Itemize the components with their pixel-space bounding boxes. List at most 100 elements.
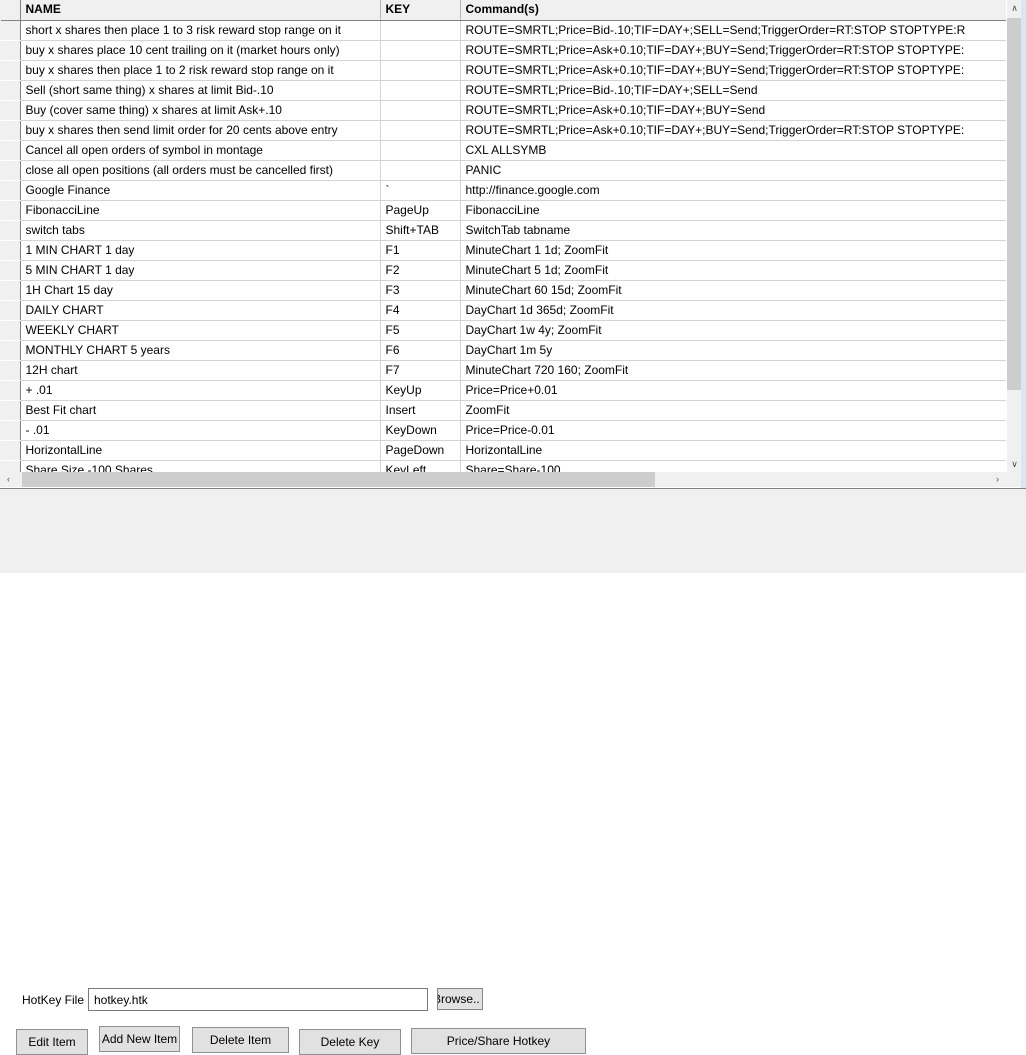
table-row[interactable]: Buy (cover same thing) x shares at limit… [0,100,1006,121]
row-selector-cell[interactable] [0,160,21,181]
cell-command[interactable]: ROUTE=SMRTL;Price=Ask+0.10;TIF=DAY+;BUY=… [460,40,1006,61]
cell-command[interactable]: ROUTE=SMRTL;Price=Ask+0.10;TIF=DAY+;BUY=… [460,120,1006,141]
table-row[interactable]: FibonacciLine PageUp FibonacciLine [0,200,1006,221]
column-header-name[interactable]: NAME [20,0,381,21]
table-row[interactable]: MONTHLY CHART 5 years F6 DayChart 1m 5y [0,340,1006,361]
cell-command[interactable]: ROUTE=SMRTL;Price=Bid-.10;TIF=DAY+;SELL=… [460,80,1006,101]
cell-key[interactable]: Insert [380,400,461,421]
column-header-select-all[interactable] [0,0,21,21]
row-selector-cell[interactable] [0,280,21,301]
cell-name[interactable]: Cancel all open orders of symbol in mont… [20,140,381,161]
row-selector-cell[interactable] [0,180,21,201]
cell-key[interactable]: F7 [380,360,461,381]
cell-name[interactable]: FibonacciLine [20,200,381,221]
row-selector-cell[interactable] [0,80,21,101]
vertical-scrollbar-thumb[interactable] [1007,18,1022,390]
table-row[interactable]: DAILY CHART F4 DayChart 1d 365d; ZoomFit [0,300,1006,321]
browse-button[interactable]: Browse.. [437,988,483,1010]
cell-name[interactable]: WEEKLY CHART [20,320,381,341]
row-selector-cell[interactable] [0,300,21,321]
row-selector-cell[interactable] [0,20,21,41]
table-row[interactable]: 1H Chart 15 day F3 MinuteChart 60 15d; Zoo… [0,280,1006,301]
cell-name[interactable]: + .01 [20,380,381,401]
row-selector-cell[interactable] [0,220,21,241]
cell-name[interactable]: Sell (short same thing) x shares at limi… [20,80,381,101]
cell-command[interactable]: SwitchTab tabname [460,220,1006,241]
column-header-commands[interactable]: Command(s) [460,0,1006,21]
cell-command[interactable]: FibonacciLine [460,200,1006,221]
cell-name[interactable]: MONTHLY CHART 5 years [20,340,381,361]
cell-command[interactable]: MinuteChart 720 160; ZoomFit [460,360,1006,381]
horizontal-scrollbar-thumb[interactable] [22,472,655,487]
cell-command[interactable]: Price=Price-0.01 [460,420,1006,441]
table-row[interactable]: buy x shares then send limit order for 2… [0,120,1006,141]
cell-command[interactable]: Price=Price+0.01 [460,380,1006,401]
row-selector-cell[interactable] [0,380,21,401]
cell-name[interactable]: 1 MIN CHART 1 day [20,240,381,261]
price-share-hotkey-button[interactable]: Price/Share Hotkey [411,1028,586,1054]
table-row[interactable]: HorizontalLine PageDown HorizontalLine [0,440,1006,461]
cell-command[interactable]: ROUTE=SMRTL;Price=Ask+0.10;TIF=DAY+;BUY=… [460,60,1006,81]
cell-command[interactable]: PANIC [460,160,1006,181]
cell-key[interactable] [380,20,461,41]
cell-name[interactable]: DAILY CHART [20,300,381,321]
table-row[interactable]: + .01 KeyUp Price=Price+0.01 [0,380,1006,401]
cell-name[interactable]: short x shares then place 1 to 3 risk re… [20,20,381,41]
column-header-key[interactable]: KEY [380,0,461,21]
cell-key[interactable]: F1 [380,240,461,261]
table-row[interactable]: 1 MIN CHART 1 day F1 MinuteChart 1 1d; Zoo… [0,240,1006,261]
row-selector-cell[interactable] [0,100,21,121]
table-row[interactable]: buy x shares then place 1 to 2 risk rewa… [0,60,1006,81]
cell-key[interactable]: F5 [380,320,461,341]
cell-command[interactable]: DayChart 1w 4y; ZoomFit [460,320,1006,341]
cell-command[interactable]: http://finance.google.com [460,180,1006,201]
edit-item-button[interactable]: Edit Item [16,1029,88,1055]
cell-key[interactable] [380,160,461,181]
cell-key[interactable] [380,40,461,61]
table-row[interactable]: Cancel all open orders of symbol in mont… [0,140,1006,161]
scroll-up-arrow-icon[interactable]: ∧ [1007,0,1022,17]
vertical-scrollbar[interactable]: ∧ ∨ [1006,0,1022,473]
cell-name[interactable]: switch tabs [20,220,381,241]
cell-command[interactable]: MinuteChart 1 1d; ZoomFit [460,240,1006,261]
cell-name[interactable]: HorizontalLine [20,440,381,461]
cell-command[interactable]: MinuteChart 60 15d; ZoomFit [460,280,1006,301]
cell-name[interactable]: close all open positions (all orders mus… [20,160,381,181]
row-selector-cell[interactable] [0,200,21,221]
delete-key-button[interactable]: Delete Key [299,1029,401,1055]
cell-key[interactable]: PageUp [380,200,461,221]
cell-name[interactable]: 5 MIN CHART 1 day [20,260,381,281]
cell-key[interactable] [380,60,461,81]
cell-command[interactable]: DayChart 1m 5y [460,340,1006,361]
row-selector-cell[interactable] [0,320,21,341]
hotkey-grid-viewport[interactable]: NAME KEY Command(s) short x shares then … [0,0,1006,473]
cell-name[interactable]: buy x shares then send limit order for 2… [20,120,381,141]
cell-key[interactable]: ` [380,180,461,201]
scroll-right-arrow-icon[interactable]: › [989,472,1006,487]
cell-key[interactable]: F4 [380,300,461,321]
cell-key[interactable] [380,80,461,101]
cell-key[interactable]: F3 [380,280,461,301]
cell-command[interactable]: DayChart 1d 365d; ZoomFit [460,300,1006,321]
row-selector-cell[interactable] [0,260,21,281]
row-selector-cell[interactable] [0,440,21,461]
cell-key[interactable]: KeyUp [380,380,461,401]
add-new-item-button[interactable]: Add New Item [99,1026,180,1052]
cell-name[interactable]: 1H Chart 15 day [20,280,381,301]
row-selector-cell[interactable] [0,360,21,381]
cell-key[interactable]: KeyDown [380,420,461,441]
scroll-down-arrow-icon[interactable]: ∨ [1007,456,1022,473]
row-selector-cell[interactable] [0,60,21,81]
cell-key[interactable]: Shift+TAB [380,220,461,241]
table-row[interactable]: - .01 KeyDown Price=Price-0.01 [0,420,1006,441]
cell-name[interactable]: 12H chart [20,360,381,381]
cell-command[interactable]: ROUTE=SMRTL;Price=Bid-.10;TIF=DAY+;SELL=… [460,20,1006,41]
table-row[interactable]: 12H chart F7 MinuteChart 720 160; ZoomFit [0,360,1006,381]
cell-command[interactable]: ROUTE=SMRTL;Price=Ask+0.10;TIF=DAY+;BUY=… [460,100,1006,121]
table-row[interactable]: buy x shares place 10 cent trailing on i… [0,40,1006,61]
row-selector-cell[interactable] [0,140,21,161]
cell-name[interactable]: buy x shares then place 1 to 2 risk rewa… [20,60,381,81]
cell-name[interactable]: buy x shares place 10 cent trailing on i… [20,40,381,61]
cell-command[interactable]: HorizontalLine [460,440,1006,461]
row-selector-cell[interactable] [0,40,21,61]
